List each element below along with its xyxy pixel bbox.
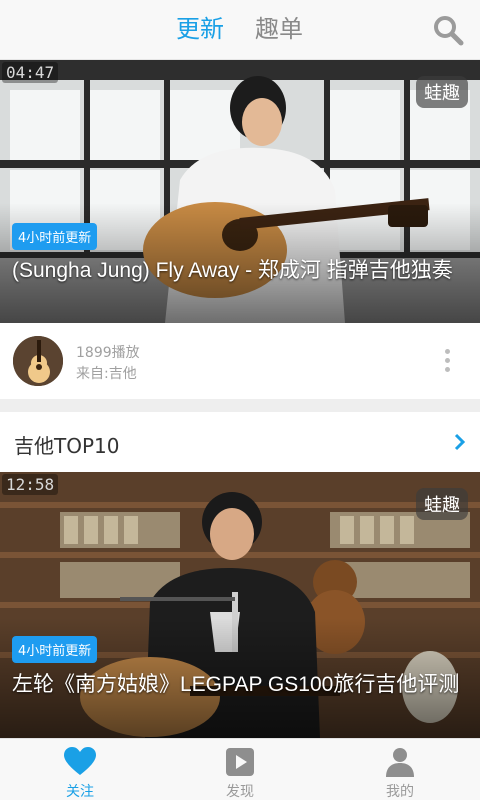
chevron-right-icon [454,433,466,451]
update-badge: 4小时前更新 [12,223,98,250]
play-icon [226,748,254,776]
avatar[interactable] [13,336,63,386]
search-button[interactable] [430,12,466,48]
bottom-nav: 关注 发现 我的 [0,738,480,800]
more-options-button[interactable] [442,349,452,375]
tab-updates[interactable]: 更新 [176,13,224,45]
video-title[interactable]: 左轮《南方姑娘》LEGPAP GS100旅行吉他评测 [12,672,472,698]
heart-icon [64,747,96,775]
nav-follow[interactable]: 关注 [0,739,160,800]
video-duration: 04:47 [2,62,59,83]
nav-label: 发现 [226,784,254,800]
search-icon [434,16,464,46]
source-label: 来自:吉他 [76,366,137,382]
nav-mine[interactable]: 我的 [320,739,480,800]
brand-watermark: 蛙趣 [416,488,468,520]
section-header[interactable]: 吉他TOP10 [0,412,480,472]
video-duration: 12:58 [2,474,59,495]
update-badge: 4小时前更新 [12,636,98,663]
video-card[interactable]: 04:47 蛙趣 4小时前更新 (Sungha Jung) Fly Away -… [0,60,480,323]
nav-label: 关注 [66,784,94,800]
top-bar: 更新 趣单 [0,0,480,60]
brand-watermark: 蛙趣 [416,76,468,108]
tab-playlists[interactable]: 趣单 [255,13,303,45]
video-meta-row: 1899播放 来自:吉他 [0,323,480,399]
nav-label: 我的 [386,784,414,800]
more-vertical-icon [442,349,452,372]
guitar-avatar-icon [13,336,63,386]
play-count: 1899播放 [76,345,140,361]
section-title: 吉他TOP10 [14,434,120,458]
video-title[interactable]: (Sungha Jung) Fly Away - 郑成河 指弹吉他独奏 [12,258,472,284]
nav-discover[interactable]: 发现 [160,739,320,800]
section-divider [0,399,480,412]
video-card[interactable]: 12:58 蛙趣 4小时前更新 左轮《南方姑娘》LEGPAP GS100旅行吉他… [0,472,480,738]
user-icon [386,748,414,777]
